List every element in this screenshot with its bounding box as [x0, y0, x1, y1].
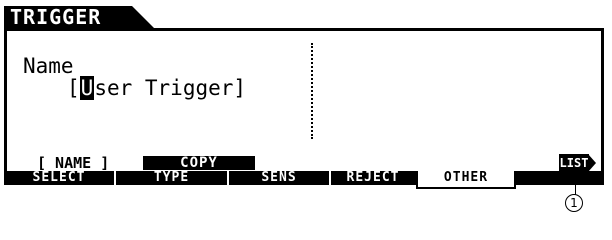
tab-sens[interactable]: SENS	[227, 171, 329, 185]
tab-type[interactable]: TYPE	[114, 171, 227, 185]
name-function-button[interactable]: [ NAME ]	[37, 155, 109, 171]
list-button[interactable]: LIST	[559, 154, 597, 172]
text-cursor[interactable]: U	[79, 76, 95, 100]
callout-number: 1	[565, 194, 583, 212]
arrow-right-icon	[588, 154, 596, 172]
dotted-divider	[311, 43, 313, 139]
lcd-display: Name [User Trigger] [ NAME ] COPY LIST	[4, 28, 604, 172]
tab-select[interactable]: SELECT	[4, 171, 114, 185]
name-value-text: ser Trigger]	[94, 76, 247, 100]
tab-bar: SELECT TYPE SENS REJECT OTHER	[4, 171, 604, 189]
screen-title: TRIGGER	[10, 5, 102, 29]
name-label: Name	[23, 54, 74, 78]
name-field[interactable]: [User Trigger]	[67, 76, 247, 100]
name-open-bracket: [	[67, 76, 80, 100]
tab-other[interactable]: OTHER	[416, 171, 516, 189]
function-button-row: [ NAME ] COPY LIST	[7, 154, 601, 172]
tab-reject[interactable]: REJECT	[329, 171, 415, 185]
list-button-label: LIST	[559, 154, 589, 172]
copy-function-button[interactable]: COPY	[143, 156, 255, 170]
